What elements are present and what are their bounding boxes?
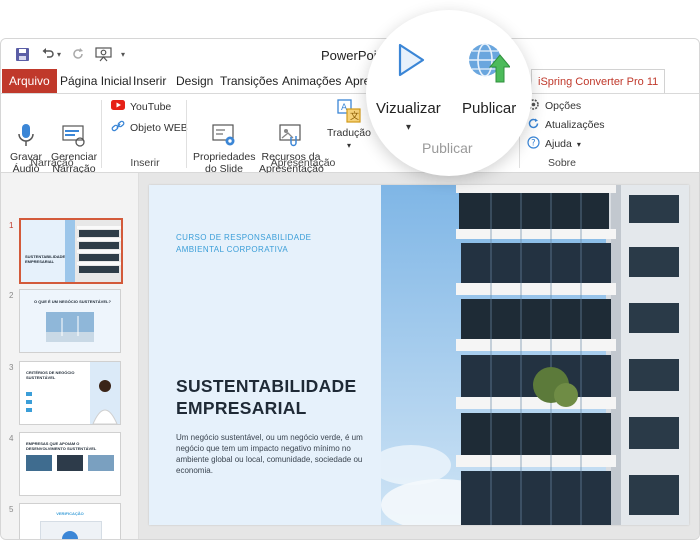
slide-number: 3 — [9, 363, 14, 372]
translate-icon: A文 — [336, 98, 362, 124]
ajuda-label: Ajuda — [545, 138, 572, 150]
publicar-button[interactable]: Publicar — [462, 100, 516, 117]
link-icon — [111, 120, 125, 135]
save-icon[interactable] — [15, 45, 30, 63]
thumb-title: O QUE É UM NEGÓCIO SUSTENTÁVEL? — [34, 299, 111, 304]
traducao-button[interactable]: A文 Tradução ▾ — [327, 98, 371, 152]
thumb-title: VERIFICAÇÃO — [56, 511, 84, 516]
vizualizar-dropdown-icon[interactable]: ▾ — [406, 122, 411, 133]
current-slide[interactable]: CURSO DE RESPONSABILIDADE AMBIENTAL CORP… — [149, 185, 689, 525]
slide-body: Um negócio sustentável, ou um negócio ve… — [176, 433, 363, 475]
present-icon[interactable] — [95, 45, 112, 63]
ribbon-separator — [101, 100, 102, 168]
traducao-label: Tradução — [327, 127, 371, 139]
slide-title: SUSTENTABILIDADE EMPRESARIAL — [176, 376, 357, 418]
refresh-icon — [527, 117, 540, 133]
slide-thumbnail-5[interactable]: VERIFICAÇÃO — [19, 503, 121, 539]
tab-design[interactable]: Design — [170, 69, 219, 93]
slide-settings-icon — [211, 110, 237, 146]
slide-thumbnail-3[interactable]: CRITÉRIOS DE NEGÓCIO SUSTENTÁVEL — [19, 361, 121, 425]
group-label-publicar: Publicar — [422, 140, 473, 156]
youtube-button[interactable]: YouTube — [111, 100, 171, 113]
timeline-icon — [61, 110, 87, 147]
tab-ispring-converter[interactable]: iSpring Converter Pro 11 — [531, 69, 666, 93]
objeto-web-label: Objeto WEB — [130, 121, 188, 134]
propriedades-slide-button[interactable]: Propriedades do Slide — [193, 98, 255, 175]
slide-number: 1 — [9, 221, 14, 230]
opcoes-button[interactable]: Opções — [527, 98, 581, 114]
microphone-icon — [13, 110, 39, 146]
slide-thumbnail-2[interactable]: O QUE É UM NEGÓCIO SUSTENTÁVEL? — [19, 289, 121, 353]
tab-animacoes[interactable]: Animações — [276, 69, 347, 93]
tab-pagina-inicial[interactable]: Página Inicial — [54, 69, 137, 93]
undo-dropdown-icon[interactable]: ▾ — [57, 45, 61, 63]
ribbon: Gravar Áudio Gerenciar Narração Narração… — [1, 94, 699, 175]
opcoes-label: Opções — [545, 100, 582, 112]
propriedades-slide-label: Propriedades do Slide — [193, 151, 256, 175]
group-label-inserir: Inserir — [130, 157, 160, 169]
thumb-title: SUSTENTABILIDADE EMPRESARIAL — [25, 254, 66, 264]
slide-number: 2 — [9, 291, 14, 300]
objeto-web-button[interactable]: Objeto WEB — [111, 120, 188, 135]
group-label-sobre: Sobre — [547, 157, 577, 169]
ribbon-separator — [186, 100, 187, 168]
ajuda-button[interactable]: ? Ajuda ▾ — [527, 136, 581, 152]
redo-icon[interactable] — [71, 45, 85, 63]
attachment-icon — [278, 110, 304, 147]
publish-magnifier: Vizualizar ▾ Publicar Publicar — [366, 10, 532, 176]
vizualizar-label[interactable]: Vizualizar — [376, 100, 441, 117]
publish-globe-icon[interactable] — [466, 40, 512, 84]
undo-icon[interactable] — [41, 45, 55, 63]
slide-kicker: CURSO DE RESPONSABILIDADE AMBIENTAL CORP… — [176, 233, 312, 254]
quick-access-toolbar: ▾ ▾ PowerPoint — [1, 39, 699, 69]
youtube-icon — [111, 100, 125, 113]
atualizacoes-label: Atualizações — [545, 119, 605, 131]
slide-editor: CURSO DE RESPONSABILIDADE AMBIENTAL CORP… — [139, 173, 699, 539]
svg-text:?: ? — [531, 139, 536, 149]
atualizacoes-button[interactable]: Atualizações — [527, 117, 605, 133]
slide-number: 4 — [9, 434, 14, 443]
youtube-label: YouTube — [130, 100, 172, 113]
tab-transicoes[interactable]: Transições — [214, 69, 284, 93]
ribbon-tabs: Arquivo Página Inicial Inserir Design Tr… — [1, 69, 699, 94]
slide-thumbnail-4[interactable]: EMPRESAS QUE APOIAM O DESENVOLVIMENTO SU… — [19, 432, 121, 496]
group-label-narracao: Narração — [30, 157, 74, 169]
slide-number: 5 — [9, 505, 14, 514]
chevron-down-icon[interactable]: ▾ — [121, 45, 125, 63]
thumb-title: EMPRESAS QUE APOIAM O DESENVOLVIMENTO SU… — [26, 441, 97, 451]
tab-arquivo[interactable]: Arquivo — [2, 69, 57, 93]
traducao-dropdown-icon: ▾ — [346, 141, 351, 150]
thumb-title: CRITÉRIOS DE NEGÓCIO SUSTENTÁVEL — [26, 370, 75, 380]
ajuda-dropdown-icon: ▾ — [576, 139, 581, 149]
group-label-apresentacao: Apresentação — [270, 157, 336, 169]
building-photo — [381, 185, 689, 525]
play-icon[interactable] — [396, 42, 426, 78]
slide-thumbnails-panel: 1 SUSTENTABILIDADE EMPRESARIAL 2 O QUE É… — [1, 173, 139, 539]
slide-thumbnail-1[interactable]: SUSTENTABILIDADE EMPRESARIAL — [19, 218, 123, 284]
svg-text:文: 文 — [350, 110, 359, 122]
tab-inserir[interactable]: Inserir — [127, 69, 172, 93]
help-icon: ? — [527, 136, 540, 152]
powerpoint-window: ▾ ▾ PowerPoint Arquivo Página Inicial In… — [0, 38, 700, 540]
